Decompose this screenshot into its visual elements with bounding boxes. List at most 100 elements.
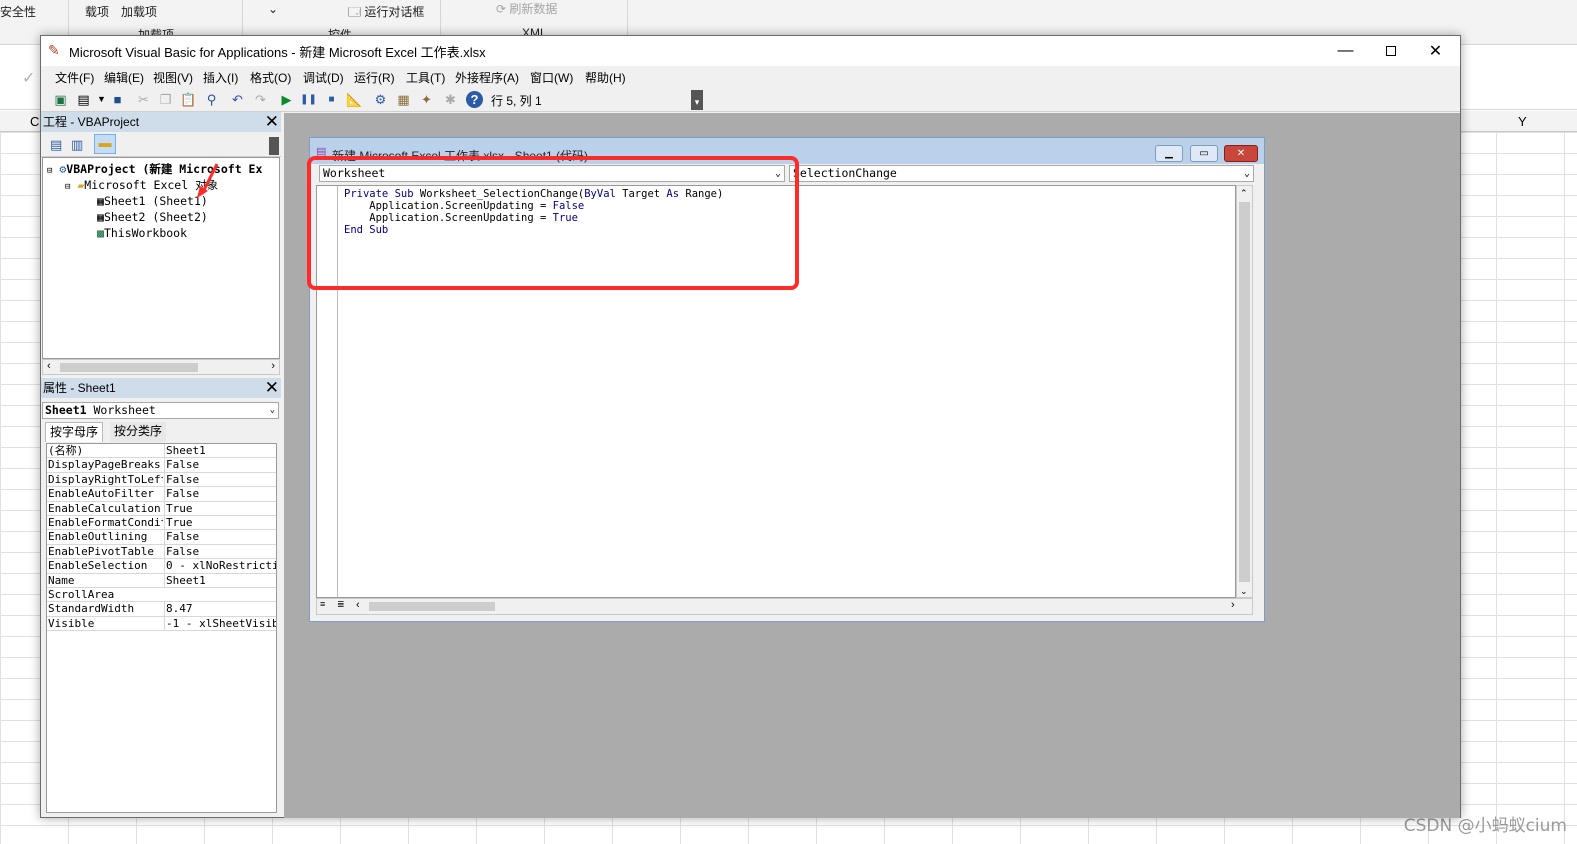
run-icon[interactable]: ▶ (278, 91, 295, 108)
panel-toolbar-overflow-icon[interactable] (269, 137, 279, 155)
tree-item-sheet2[interactable]: ▦Sheet2 (Sheet2) (97, 209, 208, 225)
excel-view-icon[interactable]: ▣ (52, 91, 69, 108)
property-value[interactable]: Sheet1 (164, 444, 276, 458)
scroll-left-icon[interactable]: ‹ (47, 360, 51, 372)
menu-debug[interactable]: 调试(D) (303, 69, 344, 86)
property-value[interactable]: False (164, 530, 276, 544)
property-row[interactable]: Visible -1 - xlSheetVisible (47, 616, 276, 632)
ribbon-addins-label[interactable]: 载项 (85, 3, 109, 20)
scrollbar-thumb[interactable] (60, 363, 198, 372)
full-module-view-icon[interactable]: ≣ (337, 599, 345, 610)
scroll-left-icon[interactable]: ‹ (356, 599, 360, 611)
property-value[interactable]: Sheet1 (164, 573, 276, 587)
tree-item-sheet1[interactable]: ▦Sheet1 (Sheet1) (97, 193, 208, 209)
find-icon[interactable]: ⚲ (203, 91, 220, 108)
properties-object-select[interactable]: Sheet1 Worksheet ⌄ (42, 402, 279, 419)
toolbar-overflow-icon[interactable]: ▾ (691, 90, 703, 110)
pause-icon[interactable]: ❚❚ (300, 91, 317, 108)
copy-icon[interactable]: ❐ (157, 91, 174, 108)
property-row[interactable]: EnableCalculation True (47, 501, 276, 516)
scroll-right-icon[interactable]: › (271, 360, 275, 372)
help-icon[interactable]: ? (466, 91, 483, 108)
insert-dropdown-icon[interactable]: ▼ (93, 91, 110, 108)
property-row[interactable]: DisplayRightToLeft False (47, 472, 276, 488)
code-restore-button[interactable]: ▭ (1190, 145, 1218, 162)
property-row[interactable]: Name Sheet1 (47, 573, 276, 588)
ribbon-run-dialog-button[interactable]: 🗔 运行对话框 (348, 3, 424, 24)
property-row[interactable]: (名称) Sheet1 (47, 444, 276, 459)
menu-window[interactable]: 窗口(W) (530, 69, 573, 86)
property-value[interactable]: 0 - xlNoRestrictions (164, 559, 276, 573)
code-horizontal-scrollbar[interactable]: ≡ ≣ ‹ › (316, 598, 1253, 615)
tree-item-thisworkbook[interactable]: ▩ThisWorkbook (97, 225, 187, 241)
property-value[interactable]: -1 - xlSheetVisible (164, 616, 276, 631)
view-object-icon[interactable]: ▥ (71, 137, 83, 153)
project-explorer-icon[interactable]: ⚙ (372, 91, 389, 108)
property-value[interactable]: True (164, 516, 276, 530)
code-close-button[interactable]: ✕ (1224, 145, 1258, 162)
vba-title-bar[interactable]: ✎ Microsoft Visual Basic for Application… (41, 36, 1460, 66)
minimize-button[interactable]: — (1323, 36, 1368, 66)
paste-icon[interactable]: 📋 (180, 91, 197, 108)
menu-file[interactable]: 文件(F) (55, 69, 94, 86)
menu-tools[interactable]: 工具(T) (406, 69, 445, 86)
maximize-button[interactable] (1368, 36, 1413, 66)
scrollbar-thumb[interactable] (1239, 202, 1250, 582)
menu-run[interactable]: 运行(R) (354, 69, 395, 86)
tree-item-vbaproject[interactable]: ⊟ ⚙VBAProject (新建 Microsoft Ex (47, 161, 262, 177)
insert-userform-icon[interactable]: ▤ (75, 91, 92, 108)
scroll-right-icon[interactable]: › (1231, 599, 1235, 611)
column-header-c[interactable]: C (30, 114, 39, 129)
tab-alphabetic[interactable]: 按字母序 (45, 422, 104, 442)
scrollbar-thumb[interactable] (369, 602, 495, 611)
property-value[interactable]: False (164, 458, 276, 472)
menu-help[interactable]: 帮助(H) (585, 69, 626, 86)
design-mode-icon[interactable]: 📐 (346, 91, 363, 108)
property-row[interactable]: DisplayPageBreaks False (47, 458, 276, 473)
ribbon-dropdown-icon[interactable]: ⌄ (268, 2, 278, 16)
stop-icon[interactable]: ■ (323, 91, 340, 108)
property-row[interactable]: EnableOutlining False (47, 530, 276, 545)
property-value[interactable]: True (164, 501, 276, 515)
property-row[interactable]: ScrollArea (47, 588, 276, 603)
code-vertical-scrollbar[interactable]: ⌃ ⌄ (1236, 185, 1253, 598)
cut-icon[interactable]: ✂ (135, 91, 152, 108)
ribbon-load-addins-label[interactable]: 加载项 (121, 3, 157, 20)
scroll-down-icon[interactable]: ⌄ (1240, 586, 1248, 597)
toggle-folders-icon[interactable]: ▬ (94, 134, 116, 154)
property-row[interactable]: EnableAutoFilter False (47, 487, 276, 502)
toolbox-icon[interactable]: ✱ (442, 91, 459, 108)
ribbon-refresh-data-button[interactable]: ⟳ 刷新数据 (496, 0, 557, 17)
tree-item-excel-objects[interactable]: ⊟ ▰Microsoft Excel 对象 (65, 177, 218, 193)
menu-addins[interactable]: 外接程序(A) (455, 69, 519, 86)
property-value[interactable]: False (164, 487, 276, 501)
project-tree-scrollbar[interactable]: ‹ › (42, 359, 280, 375)
check-icon[interactable]: ✓ (22, 68, 35, 88)
property-value[interactable]: 8.47 (164, 602, 276, 616)
menu-view[interactable]: 视图(V) (153, 69, 193, 86)
ribbon-security-label[interactable]: 安全性 (0, 3, 36, 20)
collapse-icon[interactable]: ⊟ (65, 182, 70, 192)
property-row[interactable]: StandardWidth 8.47 (47, 602, 276, 617)
property-row[interactable]: EnableSelection 0 - xlNoRestrictions (47, 559, 276, 574)
close-button[interactable]: ✕ (1413, 36, 1458, 66)
menu-edit[interactable]: 编辑(E) (104, 69, 144, 86)
code-minimize-button[interactable]: ▁ (1155, 145, 1183, 162)
undo-icon[interactable]: ↶ (229, 91, 246, 108)
menu-format[interactable]: 格式(O) (250, 69, 291, 86)
property-value[interactable]: False (164, 472, 276, 487)
tab-categorized[interactable]: 按分类序 (110, 422, 167, 442)
procedure-combo[interactable]: SelectionChange ⌄ (789, 165, 1254, 182)
view-code-icon[interactable]: ▤ (50, 137, 62, 153)
save-icon[interactable]: ■ (109, 91, 126, 108)
close-icon[interactable]: ✕ (265, 378, 279, 397)
properties-icon[interactable]: ▦ (395, 91, 412, 108)
redo-icon[interactable]: ↷ (252, 91, 269, 108)
close-icon[interactable]: ✕ (265, 112, 279, 131)
column-header-y[interactable]: Y (1518, 114, 1527, 129)
property-value[interactable]: False (164, 544, 276, 559)
procedure-view-icon[interactable]: ≡ (320, 599, 325, 609)
scroll-up-icon[interactable]: ⌃ (1240, 188, 1248, 199)
collapse-icon[interactable]: ⊟ (47, 166, 52, 176)
object-browser-icon[interactable]: ✦ (418, 91, 435, 108)
